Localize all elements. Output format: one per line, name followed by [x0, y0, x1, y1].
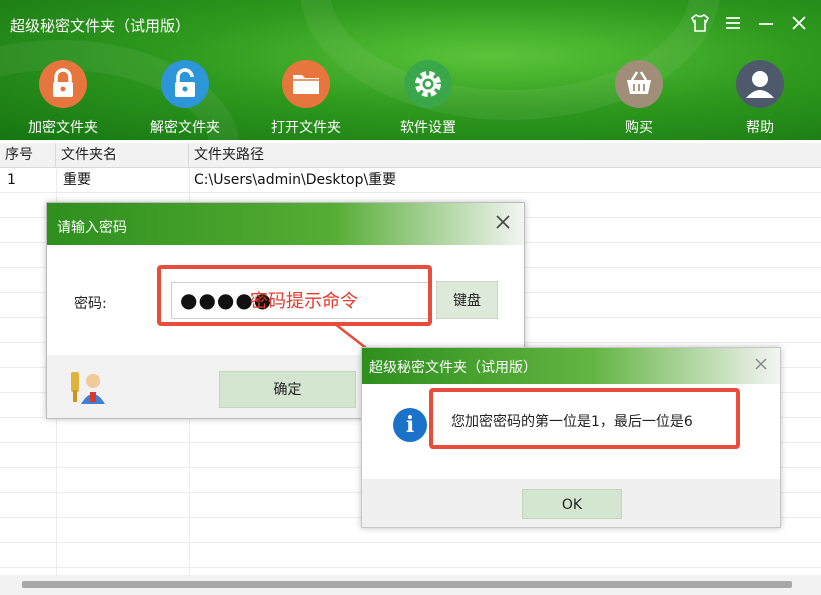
close-icon[interactable]: [751, 356, 771, 376]
open-folder-button[interactable]: 打开文件夹: [261, 60, 351, 140]
column-folder-path[interactable]: 文件夹路径: [189, 143, 821, 168]
user-icon: [736, 60, 784, 108]
keyboard-button[interactable]: 键盘: [436, 281, 498, 319]
row-index: 1: [7, 172, 16, 188]
password-dialog-titlebar[interactable]: 请输入密码: [47, 203, 524, 245]
decrypt-folder-button[interactable]: 解密文件夹: [140, 60, 230, 140]
encrypt-folder-label: 加密文件夹: [28, 120, 98, 136]
app-title: 超级秘密文件夹（试用版）: [10, 17, 191, 35]
skin-icon[interactable]: [688, 12, 712, 36]
ok-button[interactable]: OK: [522, 489, 622, 519]
info-dialog-footer: OK: [362, 479, 780, 527]
hint-annotation: 密码提示命令: [250, 291, 358, 312]
horizontal-scrollbar[interactable]: [0, 575, 821, 595]
row-folder-path: C:\Users\admin\Desktop\重要: [194, 172, 397, 188]
close-icon[interactable]: [787, 12, 811, 36]
basket-icon: [615, 60, 663, 108]
message-highlight-box: [429, 388, 740, 449]
password-dialog-title: 请输入密码: [57, 220, 127, 236]
info-dialog-title: 超级秘密文件夹（试用版）: [369, 360, 537, 376]
key-user-icon: [69, 368, 107, 406]
close-icon[interactable]: [492, 213, 514, 235]
table-row-empty: [0, 543, 821, 568]
gear-icon: [404, 60, 452, 108]
menu-icon[interactable]: [721, 12, 745, 36]
password-label: 密码:: [74, 296, 107, 312]
settings-label: 软件设置: [400, 120, 456, 136]
confirm-button[interactable]: 确定: [219, 371, 356, 408]
column-index[interactable]: 序号: [0, 143, 56, 168]
scrollbar-thumb[interactable]: [22, 581, 792, 588]
buy-button[interactable]: 购买: [594, 60, 684, 140]
minimize-icon[interactable]: [754, 12, 778, 36]
info-icon: i: [393, 408, 427, 442]
lock-closed-icon: [39, 60, 87, 108]
lock-open-icon: [161, 60, 209, 108]
help-label: 帮助: [746, 120, 774, 136]
main-header: 超级秘密文件夹（试用版） 加密文件夹 解密文件夹 打开文件夹 软件设置 购买 帮…: [0, 0, 821, 140]
open-folder-label: 打开文件夹: [271, 120, 341, 136]
decrypt-folder-label: 解密文件夹: [150, 120, 220, 136]
buy-label: 购买: [625, 120, 653, 136]
folder-icon: [282, 60, 330, 108]
info-dialog-titlebar[interactable]: 超级秘密文件夹（试用版）: [362, 348, 780, 384]
column-folder-name[interactable]: 文件夹名: [56, 143, 189, 168]
table-header: 序号 文件夹名 文件夹路径: [0, 143, 821, 168]
table-row[interactable]: 1 重要 C:\Users\admin\Desktop\重要: [0, 168, 821, 193]
help-button[interactable]: 帮助: [715, 60, 805, 140]
settings-button[interactable]: 软件设置: [383, 60, 473, 140]
row-folder-name: 重要: [63, 172, 91, 188]
encrypt-folder-button[interactable]: 加密文件夹: [18, 60, 108, 140]
